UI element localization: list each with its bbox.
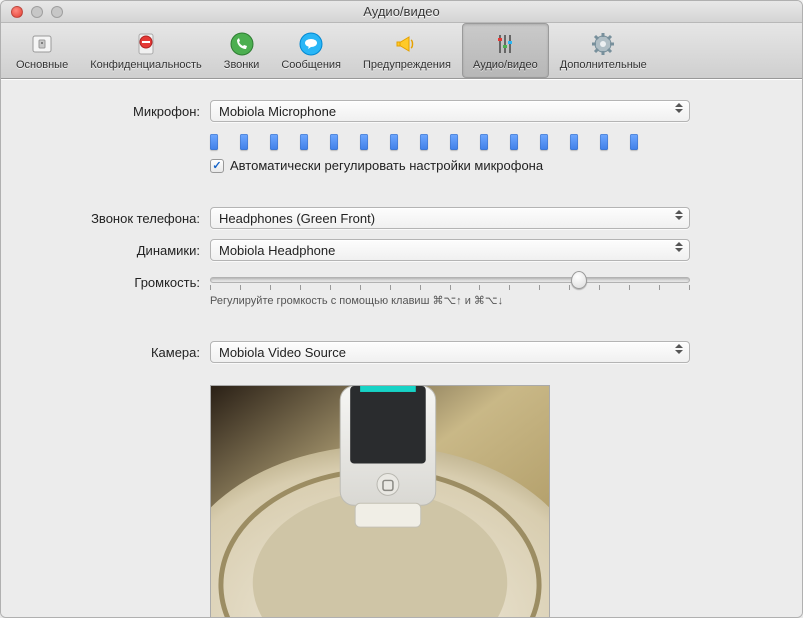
volume-label: Громкость: xyxy=(25,271,210,290)
meter-segment xyxy=(360,134,368,150)
meter-segment xyxy=(600,134,608,150)
speakers-value: Mobiola Headphone xyxy=(219,243,335,258)
meter-segment xyxy=(540,134,548,150)
auto-adjust-label: Автоматически регулировать настройки мик… xyxy=(230,158,543,173)
toolbar-label: Основные xyxy=(16,59,68,71)
chevron-updown-icon xyxy=(675,242,683,252)
window-title: Аудио/видео xyxy=(1,4,802,19)
meter-segment xyxy=(630,134,638,150)
chevron-updown-icon xyxy=(675,103,683,113)
content-pane: Микрофон: Mobiola Microphone ✓ Автоматич… xyxy=(1,79,802,617)
toolbar-label: Дополнительные xyxy=(560,59,647,71)
speakers-label: Динамики: xyxy=(25,239,210,258)
toolbar-label: Предупреждения xyxy=(363,59,451,71)
camera-select[interactable]: Mobiola Video Source xyxy=(210,341,690,363)
chat-icon xyxy=(297,30,325,58)
meter-segment xyxy=(450,134,458,150)
meter-segment xyxy=(570,134,578,150)
camera-value: Mobiola Video Source xyxy=(219,345,346,360)
toolbar-calls[interactable]: Звонки xyxy=(213,23,271,78)
chevron-updown-icon xyxy=(675,210,683,220)
chevron-updown-icon xyxy=(675,344,683,354)
camera-label: Камера: xyxy=(25,341,210,360)
toolbar-label: Звонки xyxy=(224,59,260,71)
meter-segment xyxy=(330,134,338,150)
titlebar: Аудио/видео xyxy=(1,1,802,23)
ringer-select[interactable]: Headphones (Green Front) xyxy=(210,207,690,229)
toolbar-privacy[interactable]: Конфиденциальность xyxy=(79,23,213,78)
sliders-icon xyxy=(491,30,519,58)
volume-slider[interactable] xyxy=(210,277,690,283)
phone-icon xyxy=(228,30,256,58)
gear-icon xyxy=(589,30,617,58)
no-entry-icon xyxy=(132,30,160,58)
ringer-label: Звонок телефона: xyxy=(25,207,210,226)
volume-hint: Регулируйте громкость с помощью клавиш ⌘… xyxy=(210,294,778,307)
toolbar-advanced[interactable]: Дополнительные xyxy=(549,23,658,78)
meter-segment xyxy=(210,134,218,150)
volume-ticks xyxy=(210,285,690,290)
toolbar-general[interactable]: Основные xyxy=(5,23,79,78)
meter-segment xyxy=(390,134,398,150)
microphone-label: Микрофон: xyxy=(25,100,210,119)
auto-adjust-checkbox[interactable]: ✓ xyxy=(210,159,224,173)
mic-level-meter xyxy=(210,134,690,150)
meter-segment xyxy=(480,134,488,150)
microphone-select[interactable]: Mobiola Microphone xyxy=(210,100,690,122)
ringer-value: Headphones (Green Front) xyxy=(219,211,375,226)
meter-segment xyxy=(300,134,308,150)
toolbar: Основные Конфиденциальность Звонки Сообщ… xyxy=(1,23,802,79)
toolbar-label: Конфиденциальность xyxy=(90,59,202,71)
speakers-select[interactable]: Mobiola Headphone xyxy=(210,239,690,261)
toolbar-audio-video[interactable]: Аудио/видео xyxy=(462,23,549,78)
meter-segment xyxy=(240,134,248,150)
switch-icon xyxy=(28,30,56,58)
toolbar-alerts[interactable]: Предупреждения xyxy=(352,23,462,78)
preferences-window: Аудио/видео Основные Конфиденциальность … xyxy=(0,0,803,618)
toolbar-messages[interactable]: Сообщения xyxy=(270,23,352,78)
microphone-value: Mobiola Microphone xyxy=(219,104,336,119)
meter-segment xyxy=(420,134,428,150)
meter-segment xyxy=(510,134,518,150)
volume-thumb[interactable] xyxy=(571,271,587,289)
toolbar-label: Сообщения xyxy=(281,59,341,71)
camera-preview: JƧL xyxy=(210,385,550,617)
megaphone-icon xyxy=(393,30,421,58)
toolbar-label: Аудио/видео xyxy=(473,59,538,71)
meter-segment xyxy=(270,134,278,150)
